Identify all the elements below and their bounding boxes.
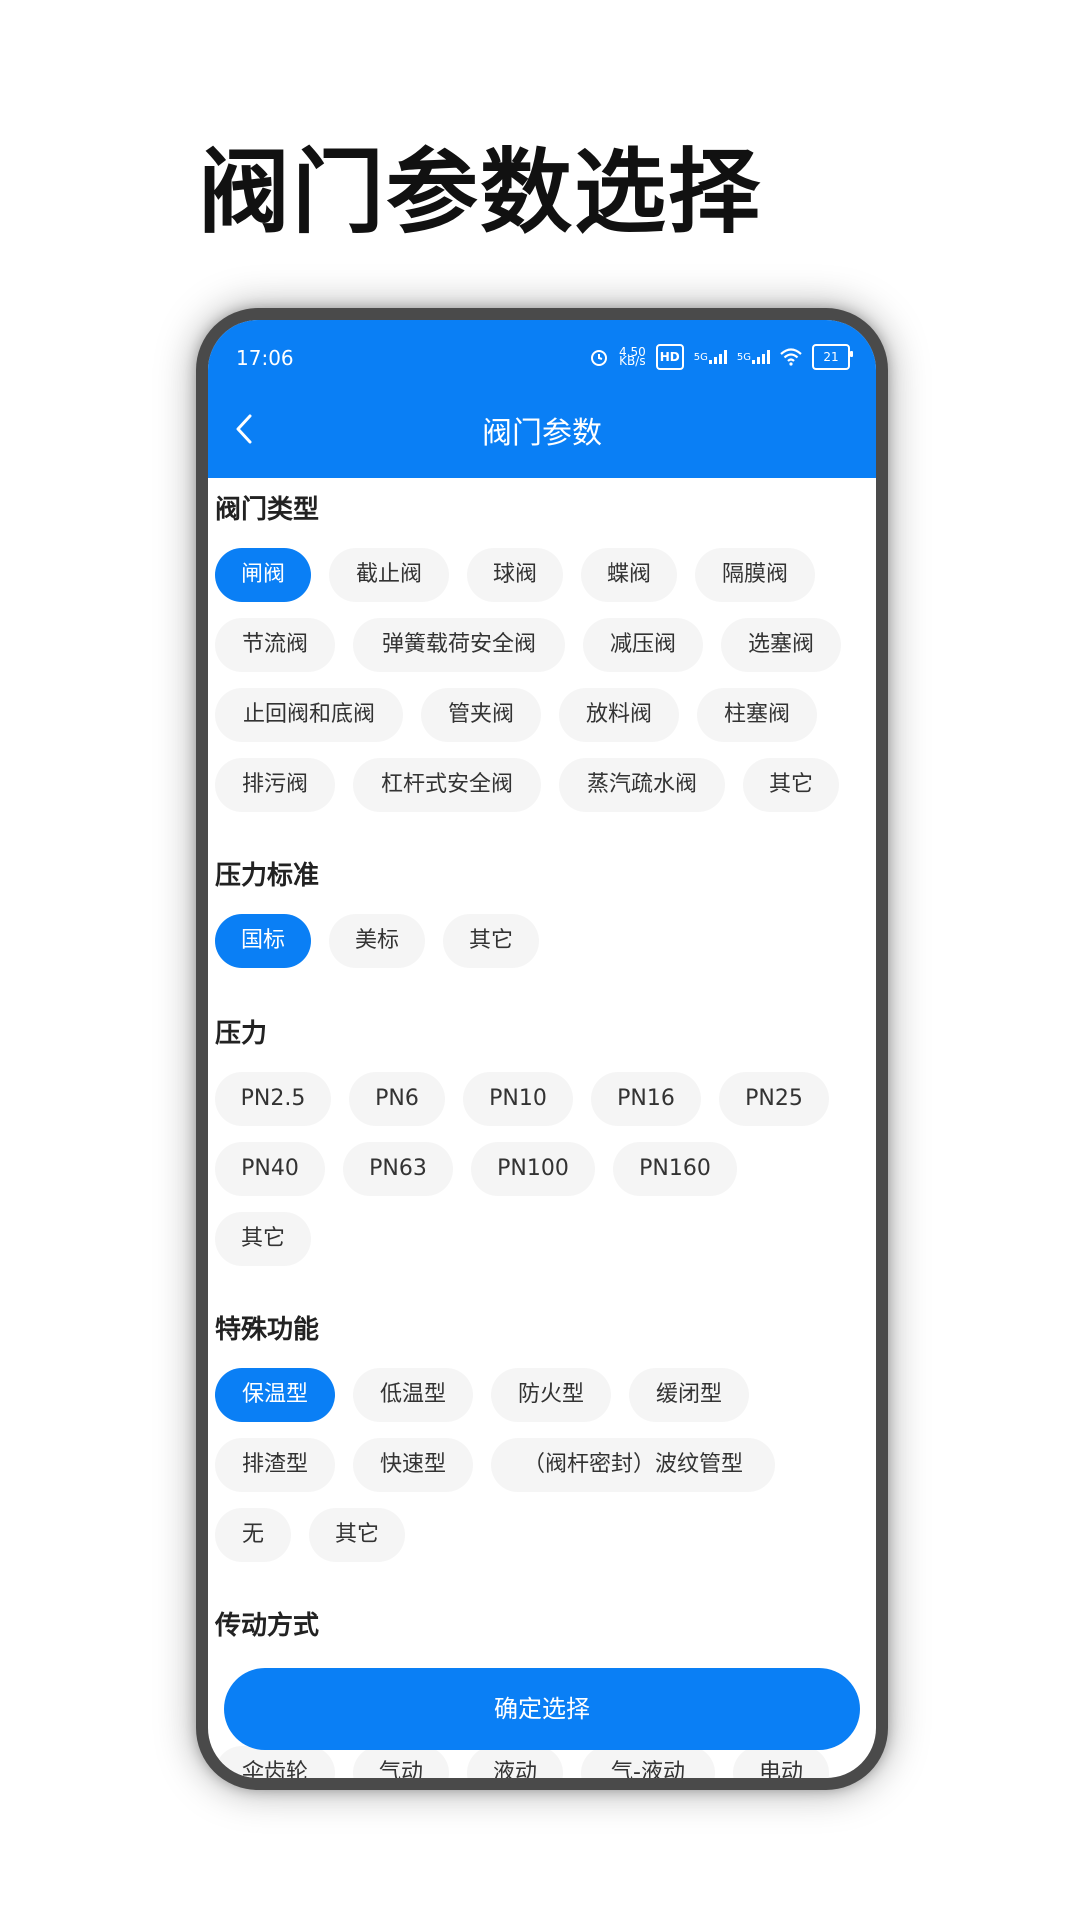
nav-title: 阀门参数 (482, 416, 602, 451)
option-valve-type-14[interactable]: 杠杆式安全阀 (353, 758, 541, 812)
option-valve-type-8[interactable]: 选塞阀 (721, 618, 841, 672)
option-special-function-8[interactable]: 其它 (309, 1508, 405, 1562)
option-special-function-4[interactable]: 排渣型 (215, 1438, 335, 1492)
section-title-pressure-standard: 压力标准 (215, 861, 320, 891)
phone-screen: 17:06 4.50 KB/s HD 5G 5G 21 阀门参数 阀门类型 闸阀… (208, 320, 876, 1778)
option-pressure-6[interactable]: PN63 (343, 1142, 453, 1196)
section-title-valve-type: 阀门类型 (215, 495, 320, 525)
option-special-function-1[interactable]: 低温型 (353, 1368, 473, 1422)
option-valve-type-0[interactable]: 闸阀 (215, 548, 311, 602)
option-valve-type-5[interactable]: 节流阀 (215, 618, 335, 672)
option-valve-type-9[interactable]: 止回阀和底阀 (215, 688, 403, 742)
option-drive-mode-2[interactable]: 液动 (467, 1746, 563, 1778)
option-pressure-0[interactable]: PN2.5 (215, 1072, 331, 1126)
option-valve-type-10[interactable]: 管夹阀 (421, 688, 541, 742)
option-valve-type-4[interactable]: 隔膜阀 (695, 548, 815, 602)
option-special-function-7[interactable]: 无 (215, 1508, 291, 1562)
option-pressure-5[interactable]: PN40 (215, 1142, 325, 1196)
option-pressure-standard-0[interactable]: 国标 (215, 914, 311, 968)
option-pressure-standard-2[interactable]: 其它 (443, 914, 539, 968)
net-speed: 4.50 KB/s (619, 346, 646, 368)
confirm-selection-button[interactable]: 确定选择 (224, 1668, 860, 1750)
alarm-icon (589, 346, 609, 368)
option-drive-mode-0[interactable]: 伞齿轮 (215, 1746, 335, 1778)
option-special-function-6[interactable]: （阀杆密封）波纹管型 (491, 1438, 775, 1492)
phone-frame: 17:06 4.50 KB/s HD 5G 5G 21 阀门参数 阀门类型 闸阀… (196, 308, 888, 1790)
option-valve-type-3[interactable]: 蝶阀 (581, 548, 677, 602)
app-header: 17:06 4.50 KB/s HD 5G 5G 21 阀门参数 (208, 320, 876, 478)
option-pressure-standard-1[interactable]: 美标 (329, 914, 425, 968)
option-valve-type-13[interactable]: 排污阀 (215, 758, 335, 812)
sim1-label: 5G (693, 351, 708, 363)
option-special-function-3[interactable]: 缓闭型 (629, 1368, 749, 1422)
parameter-content[interactable]: 阀门类型 闸阀 截止阀 球阀 蝶阀 隔膜阀 节流阀 弹簧载荷安全阀 减压阀 选塞… (208, 478, 876, 1778)
option-special-function-0[interactable]: 保温型 (215, 1368, 335, 1422)
section-title-pressure: 压力 (215, 1019, 268, 1049)
option-pressure-8[interactable]: PN160 (613, 1142, 737, 1196)
status-time: 17:06 (236, 346, 294, 370)
option-pressure-1[interactable]: PN6 (349, 1072, 445, 1126)
option-special-function-5[interactable]: 快速型 (353, 1438, 473, 1492)
sim2-label: 5G (736, 351, 751, 363)
wifi-icon (780, 346, 802, 368)
net-speed-unit: KB/s (619, 354, 646, 368)
option-valve-type-12[interactable]: 柱塞阀 (697, 688, 817, 742)
section-title-drive-mode: 传动方式 (215, 1611, 320, 1641)
option-pressure-2[interactable]: PN10 (463, 1072, 573, 1126)
option-valve-type-15[interactable]: 蒸汽疏水阀 (559, 758, 725, 812)
hd-icon: HD (655, 344, 684, 370)
option-special-function-2[interactable]: 防火型 (491, 1368, 611, 1422)
status-icons: 4.50 KB/s HD 5G 5G 21 (589, 344, 853, 370)
section-title-special-function: 特殊功能 (215, 1315, 320, 1345)
battery-icon: 21 (812, 344, 853, 370)
option-pressure-3[interactable]: PN16 (591, 1072, 701, 1126)
option-pressure-4[interactable]: PN25 (719, 1072, 829, 1126)
option-pressure-9[interactable]: 其它 (215, 1212, 311, 1266)
option-valve-type-16[interactable]: 其它 (743, 758, 839, 812)
option-drive-mode-1[interactable]: 气动 (353, 1746, 449, 1778)
signal-2-icon: 5G (737, 346, 770, 368)
option-drive-mode-4[interactable]: 电动 (733, 1746, 829, 1778)
option-valve-type-6[interactable]: 弹簧载荷安全阀 (353, 618, 565, 672)
option-pressure-7[interactable]: PN100 (471, 1142, 595, 1196)
option-drive-mode-3[interactable]: 气-液动 (581, 1746, 715, 1778)
promo-title: 阀门参数选择 (198, 139, 763, 246)
option-valve-type-2[interactable]: 球阀 (467, 548, 563, 602)
option-valve-type-7[interactable]: 减压阀 (583, 618, 703, 672)
signal-1-icon: 5G (694, 346, 727, 368)
option-valve-type-1[interactable]: 截止阀 (329, 548, 449, 602)
option-valve-type-11[interactable]: 放料阀 (559, 688, 679, 742)
